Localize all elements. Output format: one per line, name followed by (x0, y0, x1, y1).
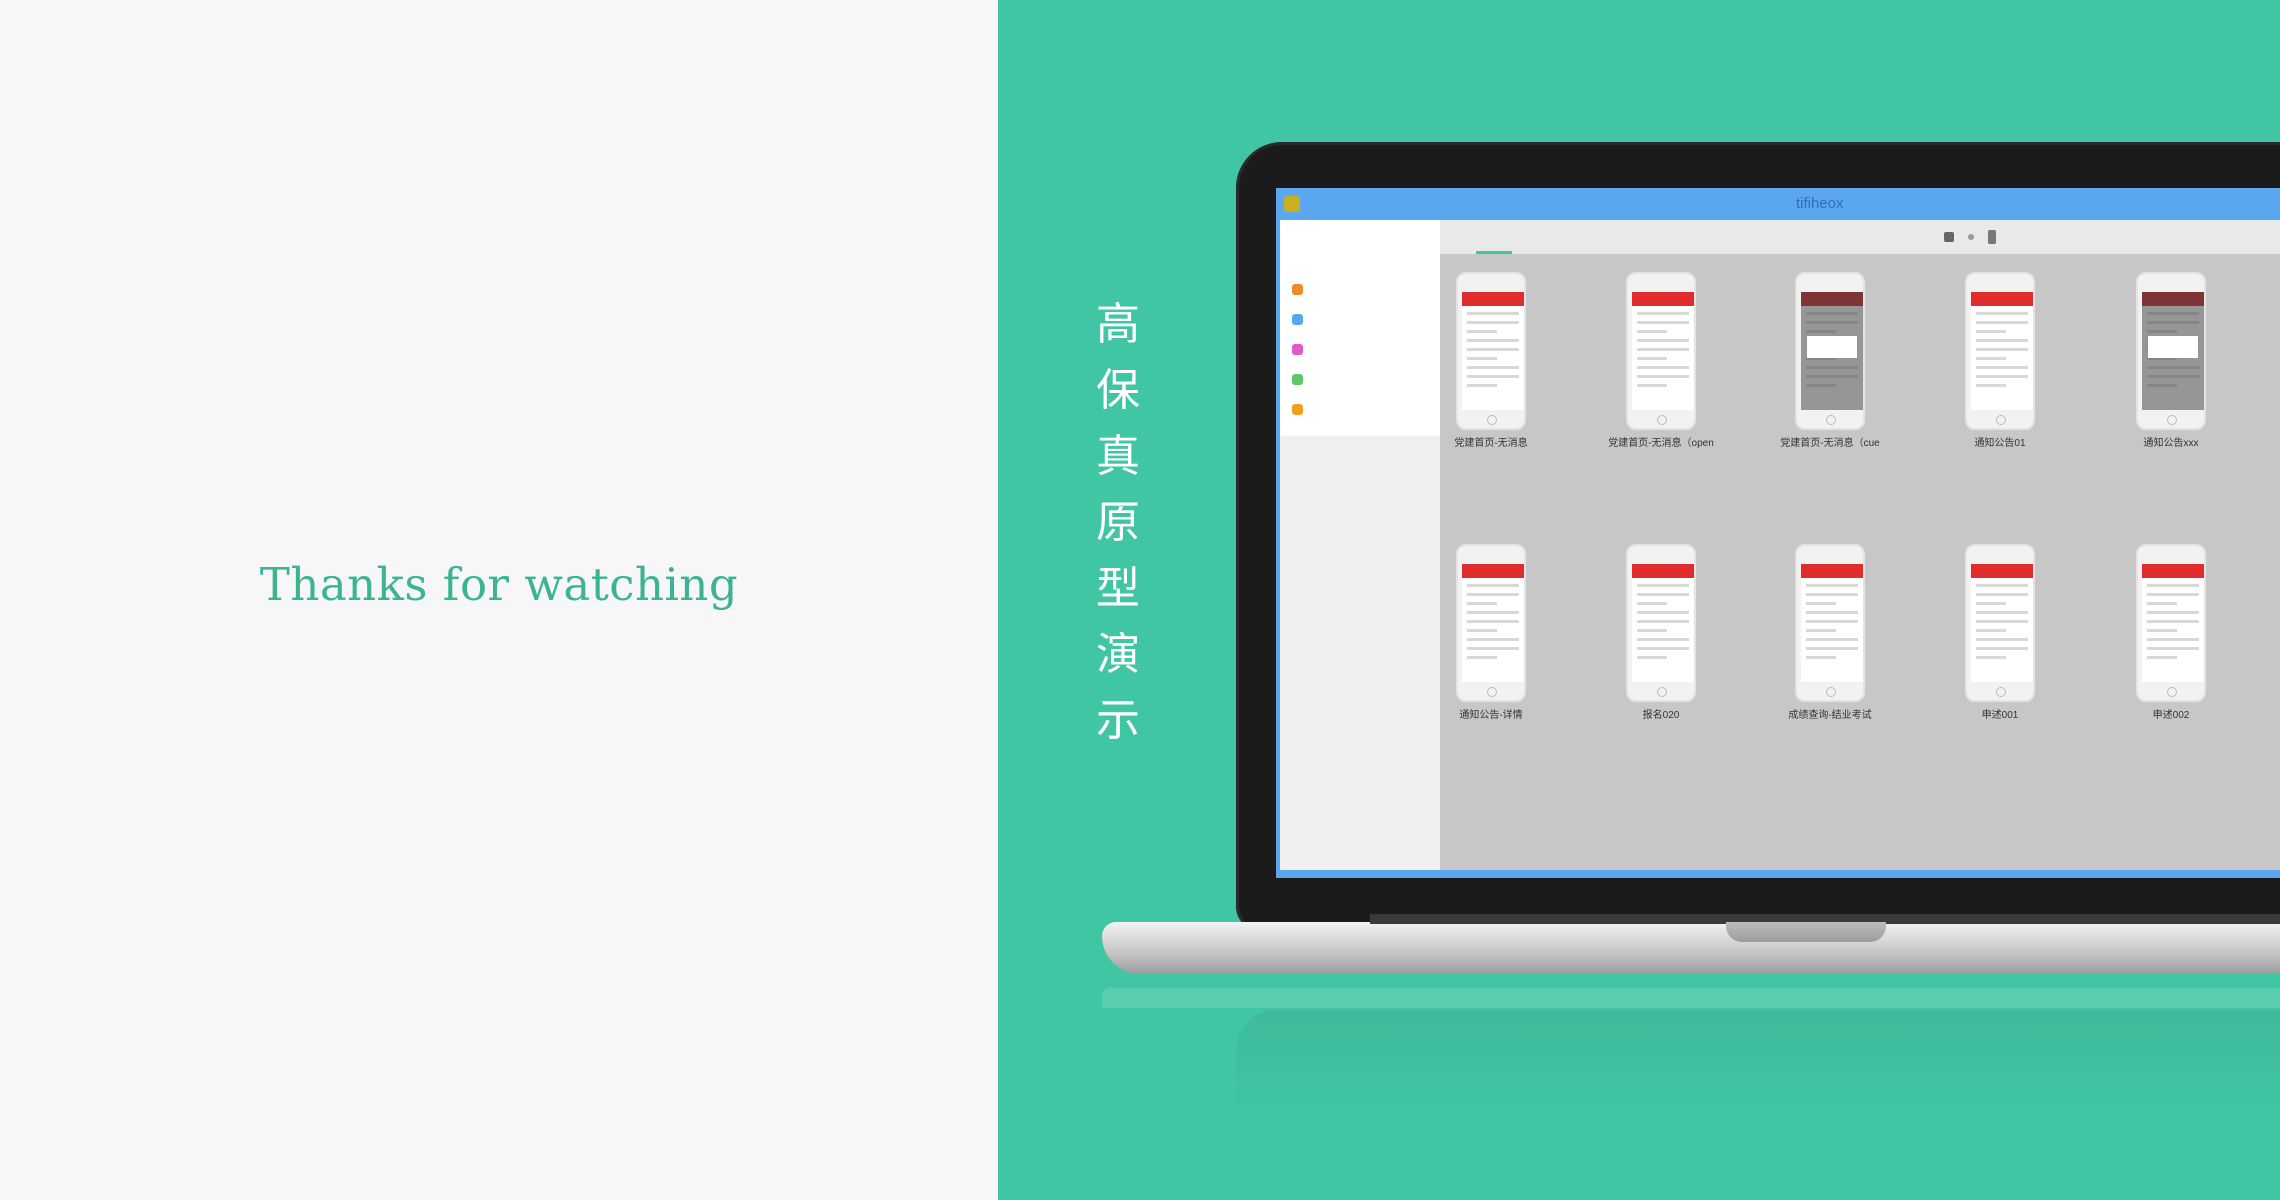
screen-thumbnail[interactable] (1965, 272, 2035, 430)
home-button-icon (1996, 687, 2006, 697)
home-button-icon (1487, 415, 1497, 425)
sidebar-item[interactable] (1280, 304, 1440, 334)
device-icon[interactable] (1988, 230, 1996, 244)
screen-label: 申述001 (1981, 710, 2019, 721)
screen-thumbnail[interactable] (1456, 272, 1526, 430)
app-bottom-bar (1280, 870, 2280, 878)
screen-label: 通知公告xxx (2143, 438, 2199, 449)
home-button-icon (2167, 687, 2177, 697)
screen-label: 党建首页-无消息（open (1608, 438, 1714, 449)
title-char: 演 (1096, 629, 1140, 680)
laptop-reflection (1236, 1010, 2280, 1130)
laptop-base-reflection (1102, 988, 2280, 1008)
tab-1[interactable] (1440, 220, 1476, 254)
home-button-icon (1657, 415, 1667, 425)
sidebar-item[interactable] (1280, 394, 1440, 424)
sidebar-header (1280, 220, 1440, 266)
home-button-icon (1826, 415, 1836, 425)
sidebar-item-icon (1292, 313, 1303, 325)
screen-thumbnail[interactable] (1795, 272, 1865, 430)
screen-thumbnail[interactable] (1626, 544, 1696, 702)
title-char: 保 (1096, 365, 1140, 416)
screen-thumbnail[interactable] (1456, 544, 1526, 702)
screen-label: 党建首页-无消息（cue (1780, 438, 1880, 449)
dot-icon (1968, 234, 1974, 240)
right-panel: 高 保 真 原 型 演 示 tifiheox 党建首页-无消息 党建首页-无消息… (998, 0, 2280, 1200)
screen-thumbnail[interactable] (1965, 544, 2035, 702)
screen-thumbnail[interactable] (2136, 544, 2206, 702)
sidebar-item-icon (1292, 403, 1303, 415)
app-titlebar: tifiheox (1276, 188, 2280, 220)
screen-thumbnail[interactable] (2136, 272, 2206, 430)
sidebar-item[interactable] (1280, 334, 1440, 364)
title-char: 真 (1096, 431, 1140, 482)
screen-label: 通知公告-详情 (1459, 710, 1523, 721)
sidebar-item-icon (1292, 283, 1303, 295)
home-button-icon (2167, 415, 2177, 425)
sidebar-item[interactable] (1280, 274, 1440, 304)
sidebar-item-icon (1292, 343, 1303, 355)
home-button-icon (1826, 687, 1836, 697)
sidebar-item[interactable] (1280, 364, 1440, 394)
laptop-screen: tifiheox 党建首页-无消息 党建首页-无消息（open 党建首页-无消息（c… (1276, 188, 2280, 878)
home-button-icon (1487, 687, 1497, 697)
tab-3[interactable] (1512, 220, 1548, 254)
app-logo-icon (1284, 196, 1300, 212)
tab-2[interactable] (1476, 220, 1512, 254)
home-button-icon (1657, 687, 1667, 697)
play-icon[interactable] (1944, 232, 1954, 242)
app-sidebar (1280, 220, 1440, 870)
app-toolbar (1440, 220, 2280, 254)
title-char: 高 (1096, 299, 1140, 350)
tab-4[interactable] (1548, 220, 1584, 254)
screen-label: 报名020 (1642, 710, 1680, 721)
title-char: 型 (1096, 563, 1140, 614)
screen-label: 通知公告01 (1974, 438, 2026, 449)
home-button-icon (1996, 415, 2006, 425)
screens-canvas: 党建首页-无消息 党建首页-无消息（open 党建首页-无消息（cue 通知公告01 通… (1440, 254, 2280, 870)
vertical-title: 高 保 真 原 型 演 示 (1090, 292, 1146, 754)
sidebar-item-icon (1292, 373, 1303, 385)
left-panel: Thanks for watching (0, 0, 998, 1200)
app-window-title: tifiheox (1796, 195, 1844, 212)
laptop-notch (1726, 922, 1886, 942)
title-char: 原 (1096, 497, 1140, 548)
screen-thumbnail[interactable] (1795, 544, 1865, 702)
sidebar-list (1280, 266, 1440, 436)
screen-thumbnail[interactable] (1626, 272, 1696, 430)
title-char: 示 (1096, 695, 1140, 746)
laptop-base (1102, 922, 2280, 974)
screen-label: 申述002 (2152, 710, 2190, 721)
screen-label: 党建首页-无消息 (1454, 438, 1528, 449)
screen-label: 成绩查询-结业考试 (1788, 710, 1872, 721)
thanks-heading: Thanks for watching (259, 558, 739, 611)
